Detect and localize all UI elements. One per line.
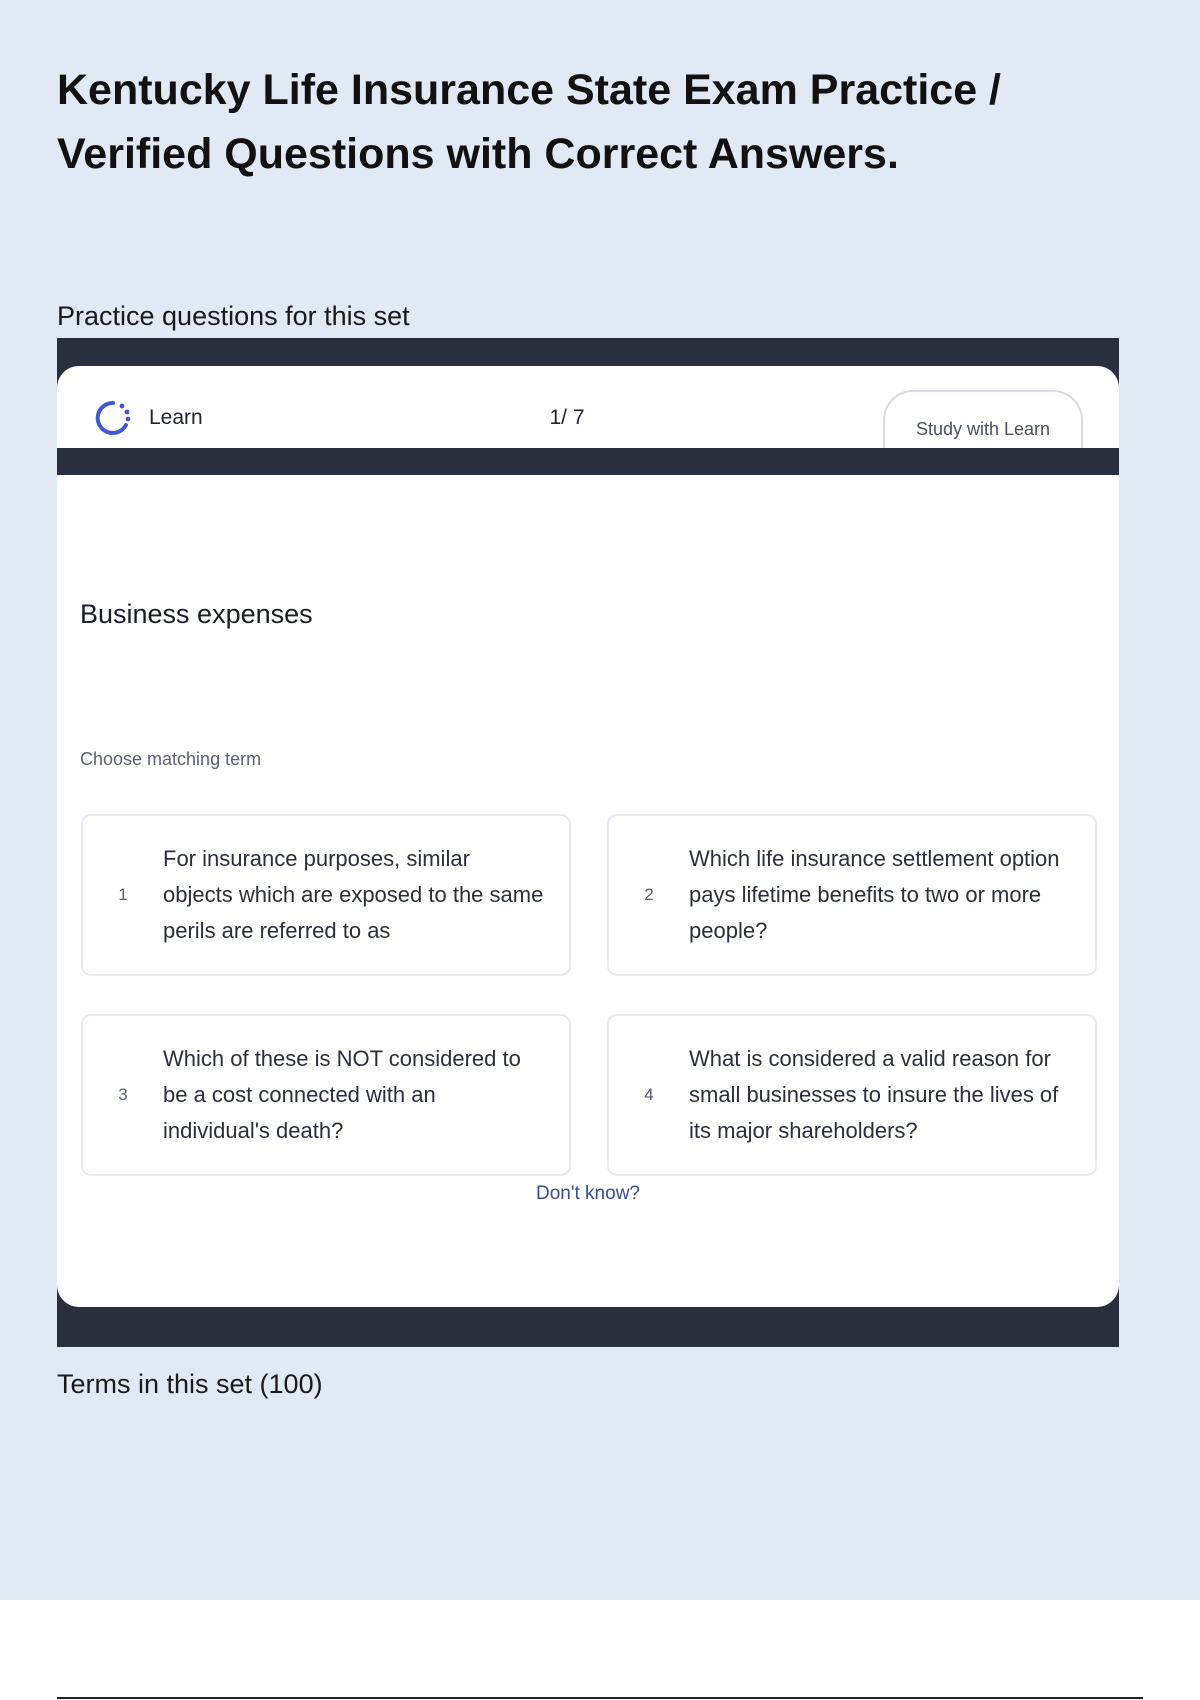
question-card: Business expenses Choose matching term 1… [57,475,1119,1307]
option-text: Which of these is NOT considered to be a… [163,1046,521,1143]
page-title: Kentucky Life Insurance State Exam Pract… [57,66,1002,178]
option-text: What is considered a valid reason for sm… [689,1046,1059,1143]
answer-option-1[interactable]: 1 For insurance purposes, similar object… [81,814,571,976]
option-text: For insurance purposes, similar objects … [163,846,544,943]
learn-mode-label: Learn [149,406,203,429]
option-text: Which life insurance settlement option p… [689,846,1060,943]
terms-count-heading: Terms in this set (100) [57,1369,323,1399]
learn-progress-icon [93,398,133,438]
answer-option-4[interactable]: 4 What is considered a valid reason for … [607,1014,1097,1176]
question-prompt: Business expenses [80,599,313,629]
learn-header: Learn 1/ 7 Study with Learn [57,366,1119,448]
option-number: 1 [118,885,128,904]
option-number: 3 [118,1085,128,1104]
study-with-learn-button[interactable]: Study with Learn [883,390,1083,448]
bottom-divider [57,1697,1143,1699]
practice-section-label: Practice questions for this set [57,301,410,331]
option-number: 4 [644,1085,654,1104]
dont-know-link[interactable]: Don't know? [488,1181,688,1207]
choose-instruction: Choose matching term [80,749,262,769]
option-number: 2 [644,885,654,904]
practice-widget: Learn 1/ 7 Study with Learn Business exp… [57,338,1119,1347]
question-counter: 1/ 7 [549,406,585,429]
answer-option-2[interactable]: 2 Which life insurance settlement option… [607,814,1097,976]
answer-option-3[interactable]: 3 Which of these is NOT considered to be… [81,1014,571,1176]
